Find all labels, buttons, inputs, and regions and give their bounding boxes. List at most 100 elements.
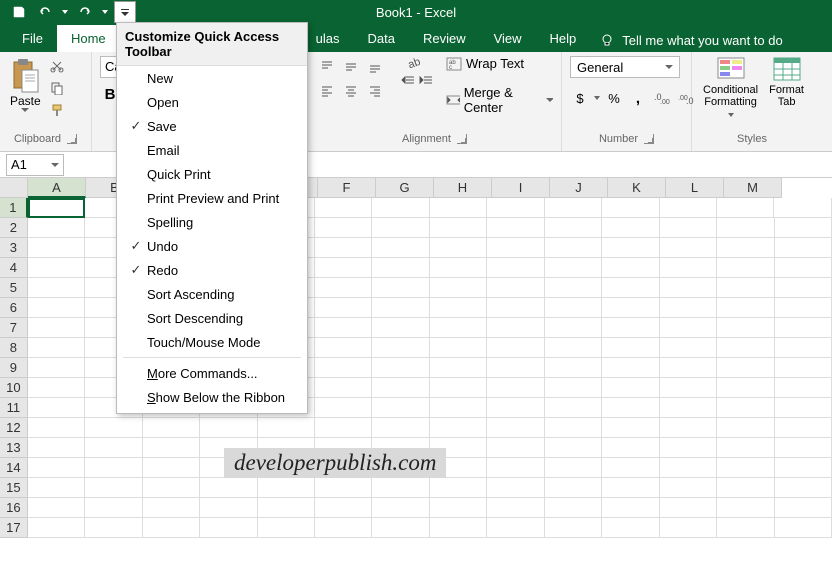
cell[interactable] [775,278,832,298]
col-header[interactable]: H [434,178,492,198]
cell[interactable] [717,498,774,518]
cell[interactable] [775,418,832,438]
cell[interactable] [430,298,487,318]
row-header[interactable]: 16 [0,498,28,518]
cell[interactable] [28,198,85,218]
row-header[interactable]: 6 [0,298,28,318]
percent-button[interactable]: % [604,88,624,108]
cell[interactable] [372,518,429,538]
cell[interactable] [315,218,372,238]
cell[interactable] [602,278,659,298]
menu-item-new[interactable]: New [117,66,307,90]
cell[interactable] [85,498,142,518]
cell[interactable] [717,398,774,418]
cell[interactable] [660,378,717,398]
cell[interactable] [258,498,315,518]
cell[interactable] [602,518,659,538]
cell[interactable] [660,238,717,258]
cell[interactable] [660,198,717,218]
cell[interactable] [85,418,142,438]
menu-show-below[interactable]: Show Below the Ribbon [117,385,307,409]
tab-view[interactable]: View [480,25,536,52]
menu-item-quick-print[interactable]: Quick Print [117,162,307,186]
cell[interactable] [430,398,487,418]
col-header[interactable]: A [28,178,86,198]
cell[interactable] [487,398,544,418]
format-painter-button[interactable] [47,100,67,120]
cell[interactable] [717,298,774,318]
tab-data[interactable]: Data [354,25,409,52]
cell[interactable] [315,398,372,418]
cell[interactable] [487,338,544,358]
cell[interactable] [28,458,85,478]
undo-icon[interactable] [34,1,56,23]
clipboard-launcher[interactable] [67,134,77,144]
cell[interactable] [775,238,832,258]
cell[interactable] [85,438,142,458]
row-header[interactable]: 17 [0,518,28,538]
redo-dropdown-icon[interactable] [100,1,110,23]
cell[interactable] [487,198,544,218]
cell[interactable] [775,498,832,518]
cell[interactable] [487,458,544,478]
cell[interactable] [372,278,429,298]
cell[interactable] [487,478,544,498]
currency-button[interactable]: $ [570,88,590,108]
cell[interactable] [200,418,257,438]
cell[interactable] [85,518,142,538]
cell[interactable] [28,258,85,278]
cell[interactable] [430,278,487,298]
cell[interactable] [430,498,487,518]
cell[interactable] [545,498,602,518]
cell[interactable] [717,418,774,438]
cell[interactable] [775,338,832,358]
cell[interactable] [717,338,774,358]
cell[interactable] [775,478,832,498]
cell[interactable] [660,418,717,438]
row-header[interactable]: 3 [0,238,28,258]
cell[interactable] [28,518,85,538]
cell[interactable] [545,438,602,458]
col-header[interactable]: K [608,178,666,198]
cell[interactable] [487,418,544,438]
number-format-box[interactable]: General [570,56,680,78]
menu-item-spelling[interactable]: Spelling [117,210,307,234]
cell[interactable] [372,258,429,278]
cell[interactable] [545,238,602,258]
cell[interactable] [660,358,717,378]
cell[interactable] [602,198,659,218]
cell[interactable] [315,418,372,438]
cell[interactable] [775,318,832,338]
row-header[interactable]: 11 [0,398,28,418]
cell[interactable] [660,218,717,238]
row-header[interactable]: 13 [0,438,28,458]
cell[interactable] [717,458,774,478]
col-header[interactable]: I [492,178,550,198]
cell[interactable] [372,238,429,258]
cell[interactable] [372,418,429,438]
cell[interactable] [717,318,774,338]
cell[interactable] [602,338,659,358]
cell[interactable] [660,458,717,478]
cell[interactable] [487,358,544,378]
cell[interactable] [545,458,602,478]
cell[interactable] [28,378,85,398]
cell[interactable] [774,198,831,218]
cell[interactable] [717,278,774,298]
cell[interactable] [28,338,85,358]
cell[interactable] [602,298,659,318]
conditional-formatting-button[interactable]: Conditional Formatting [700,56,761,120]
row-header[interactable]: 14 [0,458,28,478]
cell[interactable] [315,498,372,518]
cell[interactable] [660,438,717,458]
cell[interactable] [28,238,85,258]
cell[interactable] [545,218,602,238]
tab-review[interactable]: Review [409,25,480,52]
increase-indent-button[interactable] [418,74,434,88]
cell[interactable] [717,478,774,498]
cell[interactable] [545,198,602,218]
cell[interactable] [28,278,85,298]
cell[interactable] [717,238,774,258]
cell[interactable] [487,238,544,258]
cell[interactable] [660,258,717,278]
